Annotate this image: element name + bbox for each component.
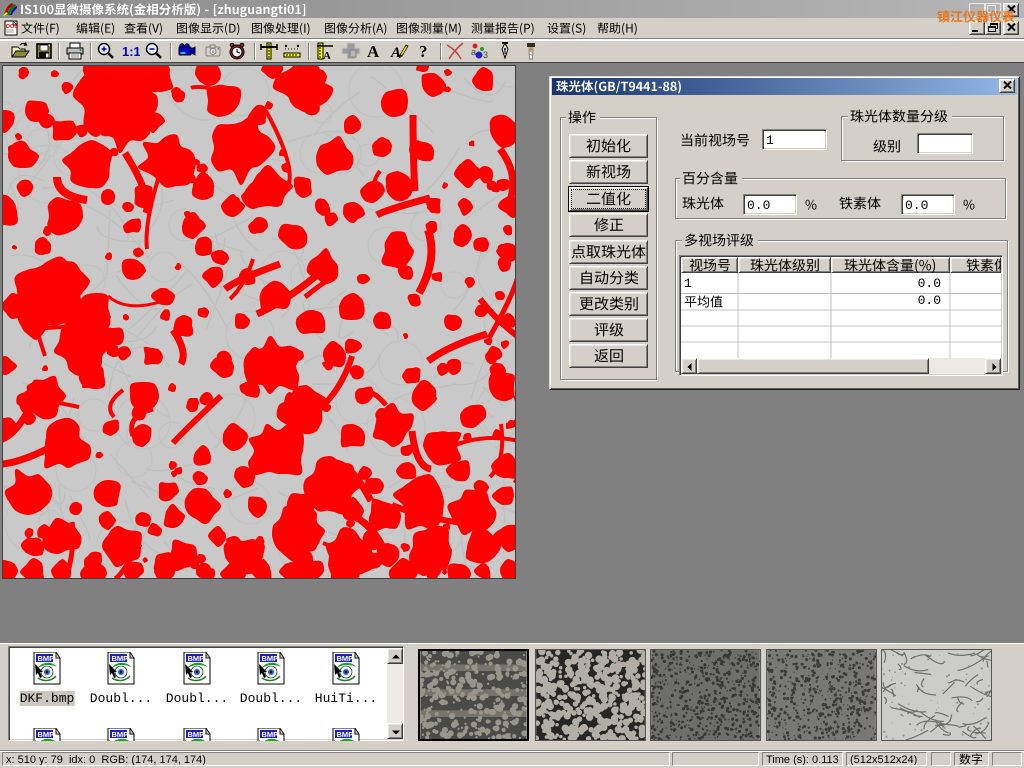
svg-text:A: A (323, 50, 331, 61)
svg-text:DOC: DOC (6, 24, 18, 30)
svg-text:3: 3 (483, 50, 488, 60)
svg-text:?: ? (419, 42, 428, 61)
svg-text:1:1: 1:1 (122, 44, 140, 59)
svg-text:a: a (471, 47, 476, 57)
svg-text:A: A (390, 45, 401, 61)
svg-text:A: A (367, 42, 380, 61)
